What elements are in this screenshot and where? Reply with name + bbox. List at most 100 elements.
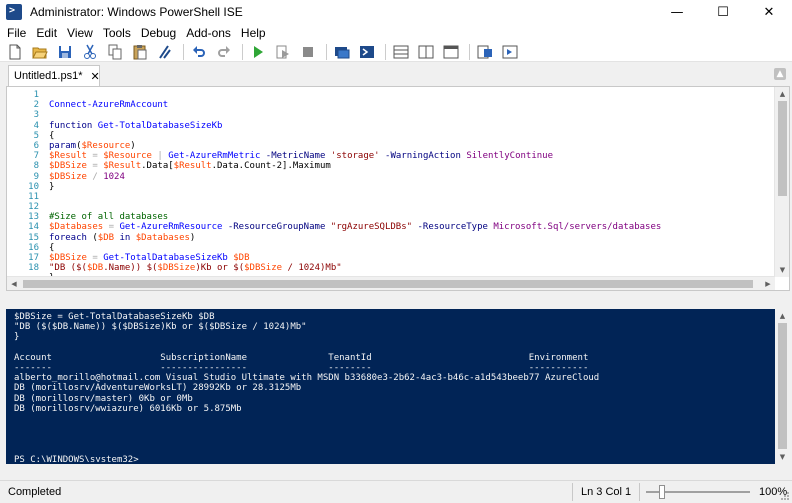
new-remote-tab-button[interactable]: [331, 43, 353, 61]
code-line[interactable]: $Databases = Get-AzureRmResource -Resour…: [49, 222, 771, 232]
new-script-button[interactable]: [4, 43, 26, 61]
code-line[interactable]: $Result = $Resource | Get-AzureRmMetric …: [49, 151, 771, 161]
code-line[interactable]: $DBSize / 1024: [49, 172, 771, 182]
console-output[interactable]: $DBSize = Get-TotalDatabaseSizeKb $DB "DB…: [14, 312, 772, 462]
redo-button[interactable]: [213, 43, 235, 61]
code-line[interactable]: "DB ($($DB.Name)) $($DBSize)Kb or $($DBS…: [49, 263, 771, 273]
menu-view[interactable]: View: [62, 26, 98, 40]
save-button[interactable]: [54, 43, 76, 61]
scrollbar-thumb[interactable]: [778, 323, 787, 449]
close-button[interactable]: ✕: [746, 0, 792, 24]
code-token: 'storage': [330, 151, 380, 162]
show-script-pane-right-button[interactable]: [415, 43, 437, 61]
cursor-position: Ln 3 Col 1: [572, 483, 641, 501]
code-line[interactable]: [49, 202, 771, 212]
code-line[interactable]: [49, 90, 771, 100]
cut-button[interactable]: [79, 43, 101, 61]
open-button[interactable]: [29, 43, 51, 61]
scroll-down-icon[interactable]: ▼: [775, 450, 790, 464]
copy-button[interactable]: [104, 43, 126, 61]
code-line[interactable]: function Get-TotalDatabaseSizeKb: [49, 121, 771, 131]
scrollbar-thumb[interactable]: [23, 280, 753, 288]
code-token: ): [130, 140, 136, 151]
tab-close-icon[interactable]: ✕: [91, 70, 100, 83]
code-line[interactable]: Connect-AzureRmAccount: [49, 100, 771, 110]
resize-grip-icon[interactable]: [780, 491, 790, 501]
clear-console-icon: [159, 44, 171, 59]
console-pane[interactable]: $DBSize = Get-TotalDatabaseSizeKb $DB "DB…: [6, 309, 790, 464]
code-line[interactable]: [49, 110, 771, 120]
show-script-pane-top-button[interactable]: [390, 43, 412, 61]
tab-untitled1[interactable]: Untitled1.ps1* ✕: [8, 65, 100, 86]
show-command-addon-button[interactable]: [499, 43, 521, 61]
undo-button[interactable]: [188, 43, 210, 61]
menu-add-ons[interactable]: Add-ons: [181, 26, 236, 40]
run-script-button[interactable]: [247, 43, 269, 61]
menu-tools[interactable]: Tools: [98, 26, 136, 40]
code-line[interactable]: $DBSize = Get-TotalDatabaseSizeKb $DB: [49, 253, 771, 263]
scrollbar-thumb[interactable]: [778, 101, 787, 196]
code-token: Microsoft.Sql/servers/databases: [493, 222, 662, 233]
menu-help[interactable]: Help: [236, 26, 271, 40]
scroll-down-icon[interactable]: ▼: [775, 263, 790, 277]
paste-button[interactable]: [129, 43, 151, 61]
code-line[interactable]: $DBSize = $Result.Data[$Result.Data.Coun…: [49, 161, 771, 171]
code-token: -ResourceType: [412, 222, 494, 233]
start-powershell-button[interactable]: [356, 43, 378, 61]
code-line[interactable]: {: [49, 131, 771, 141]
editor-vertical-scrollbar[interactable]: ▲ ▼: [774, 87, 789, 277]
code-line[interactable]: {: [49, 243, 771, 253]
scroll-right-icon[interactable]: ▶: [761, 277, 775, 291]
new-script-icon: [9, 44, 21, 59]
console-vertical-scrollbar[interactable]: ▲ ▼: [775, 309, 790, 464]
code-token: Get-AzureRmMetric: [168, 151, 261, 162]
clear-console-button[interactable]: [154, 43, 176, 61]
code-token: -ResourceGroupName: [222, 222, 331, 233]
code-line[interactable]: param($Resource): [49, 141, 771, 151]
console-line: DB (morillosrv/AdventureWorksLT) 28992Kb…: [14, 383, 302, 394]
zoom-slider-thumb[interactable]: [659, 485, 665, 499]
code-token: $Databases: [135, 232, 190, 243]
line-number: 9: [33, 171, 39, 182]
line-number: 4: [33, 120, 39, 131]
line-number: 2: [33, 100, 39, 111]
menu-edit[interactable]: Edit: [31, 26, 62, 40]
code-token: |: [151, 151, 169, 162]
line-number: 8: [33, 161, 39, 172]
show-script-pane-max-button[interactable]: [440, 43, 462, 61]
window-title: Administrator: Windows PowerShell ISE: [30, 5, 243, 19]
code-line[interactable]: #Size of all databases: [49, 212, 771, 222]
code-token: Get-TotalDatabaseSizeKb: [103, 253, 228, 263]
script-editor[interactable]: 1 2 3 4 5 6 7 8 9 10 11 12 13 14 15 16 17 18 Connect-Azur…: [6, 86, 790, 291]
line-number: 17: [28, 253, 39, 263]
minimize-button[interactable]: —: [654, 0, 700, 24]
code-token: "DB (: [49, 263, 77, 274]
scroll-up-icon[interactable]: ▲: [775, 87, 790, 101]
show-script-pane-top-icon: [393, 45, 409, 58]
code-line[interactable]: [49, 192, 771, 202]
show-command-window-button[interactable]: [474, 43, 496, 61]
scroll-left-icon[interactable]: ◀: [7, 277, 21, 291]
code-line[interactable]: }: [49, 182, 771, 192]
menu-file[interactable]: File: [2, 26, 31, 40]
code-token: .Data.Count-2].Maximum: [211, 161, 331, 172]
menu-debug[interactable]: Debug: [136, 26, 181, 40]
toolbar-separator: [469, 43, 470, 60]
code-token: #Size of all databases: [49, 212, 169, 223]
code-token: .Name)): [103, 263, 147, 274]
stop-button[interactable]: [297, 43, 319, 61]
maximize-button[interactable]: ☐: [700, 0, 746, 24]
code-area[interactable]: Connect-AzureRmAccount function Get-Total…: [49, 87, 771, 277]
open-icon: [32, 47, 48, 58]
code-line[interactable]: foreach ($DB in $Databases): [49, 233, 771, 243]
run-selection-button[interactable]: [272, 43, 294, 61]
code-token: -WarningAction: [379, 151, 467, 162]
scroll-up-icon[interactable]: ▲: [775, 309, 790, 323]
line-number-gutter: 1 2 3 4 5 6 7 8 9 10 11 12 13 14 15 16 17 18: [7, 87, 45, 277]
code-token: {: [49, 130, 55, 141]
editor-horizontal-scrollbar[interactable]: ◀ ▶: [7, 276, 775, 290]
collapse-script-pane-icon[interactable]: ▲: [774, 68, 786, 80]
